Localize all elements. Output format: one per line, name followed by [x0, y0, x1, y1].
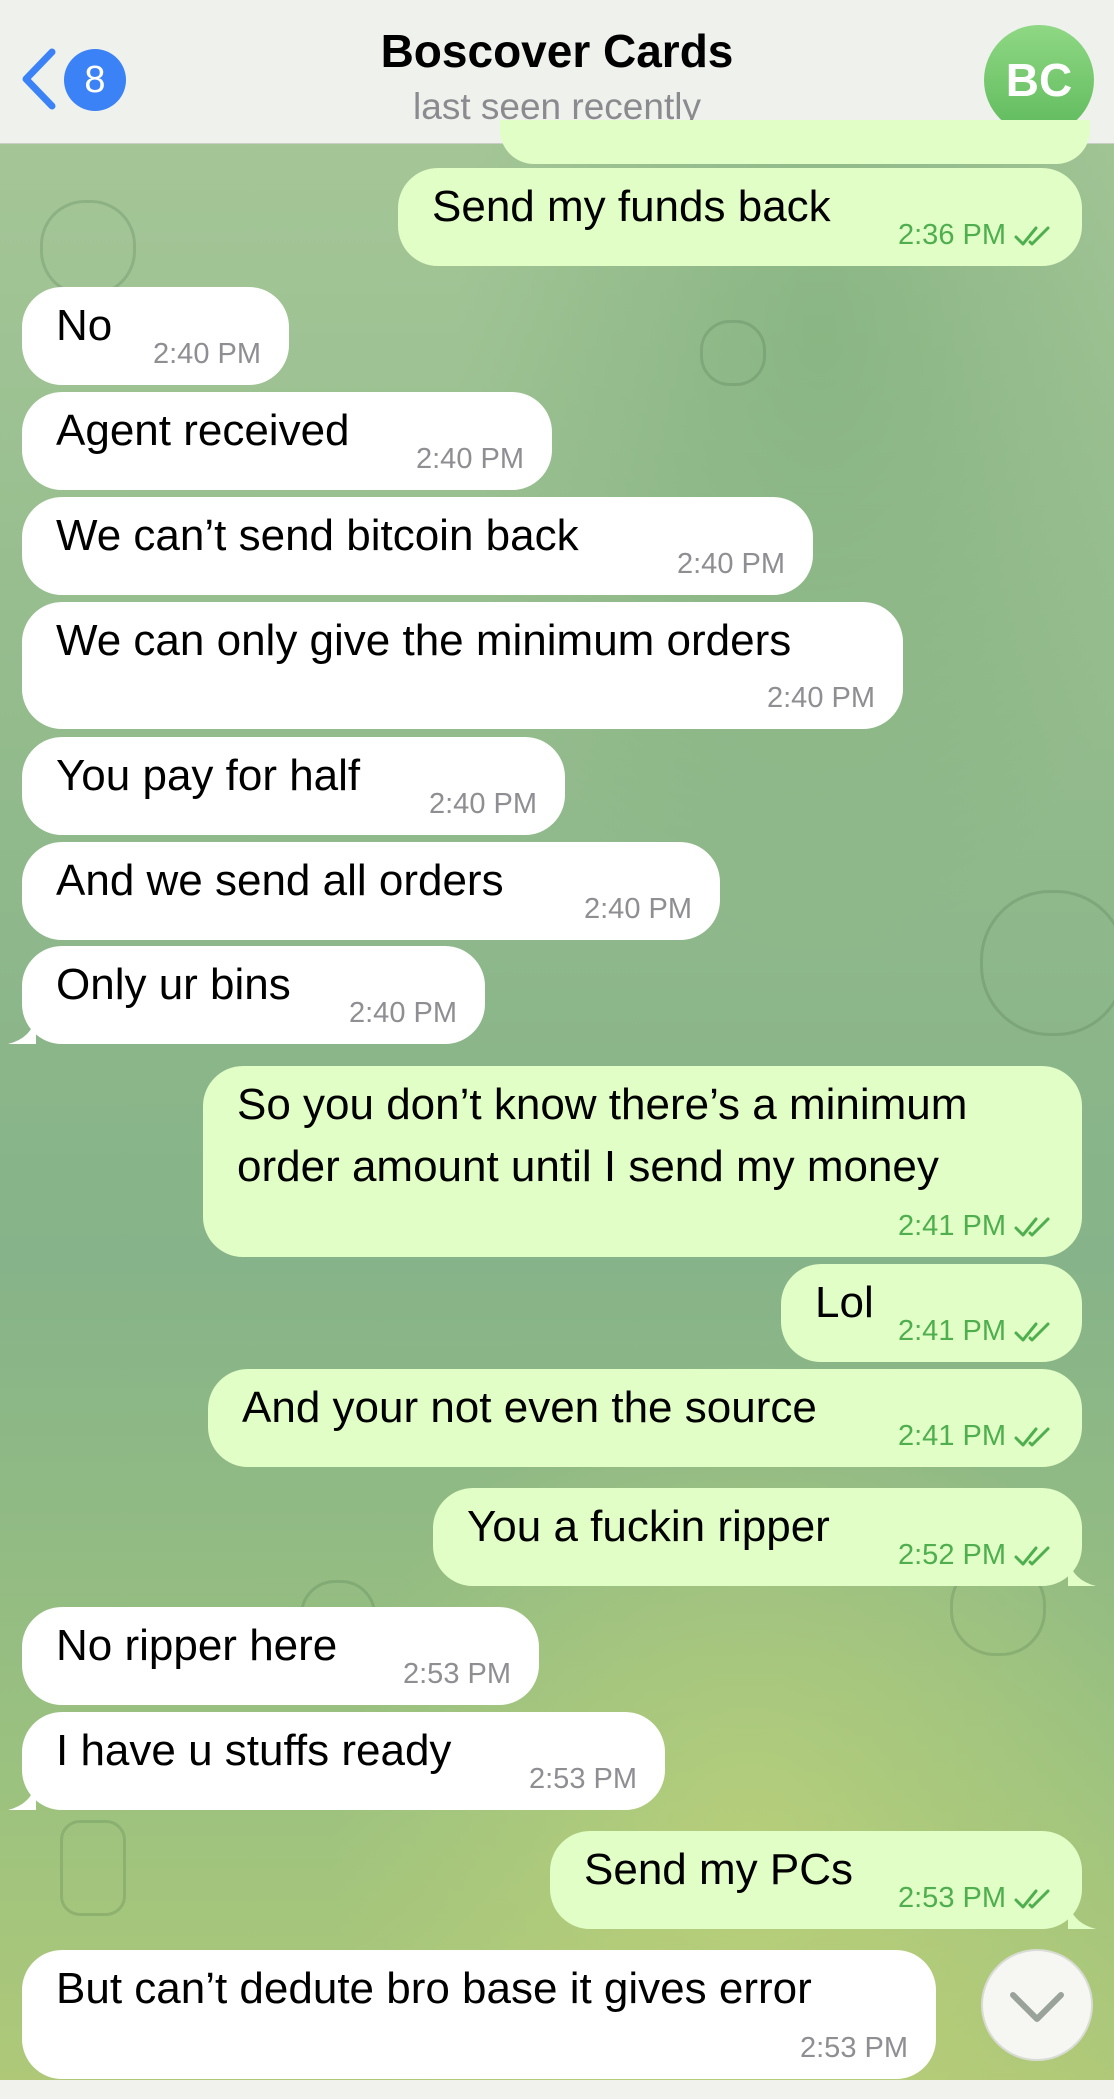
- incoming-message[interactable]: No 2:40 PM: [22, 287, 289, 385]
- message-text: But can’t dedute bro base it gives error: [56, 1964, 812, 2013]
- timestamp-text: 2:41 PM: [898, 1210, 1006, 1242]
- message-timestamp: 2:41 PM: [898, 1420, 1054, 1453]
- input-bar-edge: [0, 2080, 1114, 2099]
- chevron-down-icon: [1010, 1992, 1064, 2022]
- message-timestamp: 2:40 PM: [349, 997, 457, 1030]
- outgoing-message[interactable]: So you don’t know there’s a minimum orde…: [203, 1066, 1082, 1257]
- message-text: You pay for half: [56, 751, 361, 800]
- double-check-icon: [1014, 1427, 1050, 1447]
- message-timestamp: 2:40 PM: [677, 548, 785, 581]
- timestamp-text: 2:40 PM: [584, 893, 692, 925]
- outgoing-message[interactable]: Send my funds back 2:36 PM: [398, 168, 1082, 266]
- outgoing-message[interactable]: Lol 2:41 PM: [781, 1264, 1082, 1362]
- incoming-message[interactable]: You pay for half 2:40 PM: [22, 737, 565, 835]
- message-text: You a fuckin ripper: [467, 1502, 830, 1551]
- incoming-message[interactable]: We can’t send bitcoin back 2:40 PM: [22, 497, 813, 595]
- timestamp-text: 2:53 PM: [403, 1658, 511, 1690]
- message-text: And your not even the source: [242, 1383, 817, 1432]
- incoming-message[interactable]: But can’t dedute bro base it gives error…: [22, 1950, 936, 2079]
- message-timestamp: 2:52 PM: [898, 1539, 1054, 1572]
- timestamp-text: 2:53 PM: [800, 2032, 908, 2064]
- message-timestamp: 2:40 PM: [767, 682, 875, 715]
- double-check-icon: [1014, 226, 1050, 246]
- incoming-message[interactable]: We can only give the minimum orders 2:40 …: [22, 602, 903, 729]
- incoming-message[interactable]: No ripper here 2:53 PM: [22, 1607, 539, 1705]
- timestamp-text: 2:53 PM: [529, 1763, 637, 1795]
- timestamp-text: 2:41 PM: [898, 1420, 1006, 1452]
- timestamp-text: 2:40 PM: [429, 788, 537, 820]
- timestamp-text: 2:40 PM: [153, 338, 261, 370]
- timestamp-text: 2:40 PM: [767, 682, 875, 714]
- message-timestamp: 2:53 PM: [800, 2032, 908, 2065]
- timestamp-text: 2:36 PM: [898, 219, 1006, 251]
- message-text: We can’t send bitcoin back: [56, 511, 579, 560]
- bubble-tail: [8, 1782, 36, 1810]
- message-timestamp: 2:40 PM: [584, 893, 692, 926]
- message-timestamp: 2:36 PM: [898, 219, 1054, 252]
- timestamp-text: 2:53 PM: [898, 1882, 1006, 1914]
- message-text: We can only give the minimum orders: [56, 616, 792, 665]
- timestamp-text: 2:40 PM: [416, 443, 524, 475]
- message-text: I have u stuffs ready: [56, 1726, 452, 1775]
- incoming-message[interactable]: Agent received 2:40 PM: [22, 392, 552, 490]
- message-text: Send my funds back: [432, 182, 831, 231]
- incoming-message[interactable]: Only ur bins 2:40 PM: [8, 946, 485, 1044]
- outgoing-message[interactable]: Send my PCs 2:53 PM: [550, 1831, 1096, 1929]
- double-check-icon: [1014, 1889, 1050, 1909]
- message-timestamp: 2:40 PM: [416, 443, 524, 476]
- message-timestamp: 2:53 PM: [898, 1882, 1054, 1915]
- scroll-to-bottom-button[interactable]: [981, 1949, 1093, 2061]
- message-text: Only ur bins: [56, 960, 291, 1009]
- bubble-tail: [1068, 1901, 1096, 1929]
- double-check-icon: [1014, 1217, 1050, 1237]
- incoming-message[interactable]: And we send all orders 2:40 PM: [22, 842, 720, 940]
- message-timestamp: 2:41 PM: [898, 1210, 1054, 1243]
- message-timestamp: 2:40 PM: [429, 788, 537, 821]
- message-text: Send my PCs: [584, 1845, 853, 1894]
- message-text: No: [56, 301, 113, 350]
- message-timestamp: 2:41 PM: [898, 1315, 1054, 1348]
- message-timestamp: 2:53 PM: [403, 1658, 511, 1691]
- message-timestamp: 2:53 PM: [529, 1763, 637, 1796]
- message-text: No ripper here: [56, 1621, 338, 1670]
- timestamp-text: 2:40 PM: [677, 548, 785, 580]
- incoming-message[interactable]: I have u stuffs ready 2:53 PM: [8, 1712, 665, 1810]
- timestamp-text: 2:52 PM: [898, 1539, 1006, 1571]
- message-text: So you don’t know there’s a minimum orde…: [237, 1080, 968, 1191]
- message-text: And we send all orders: [56, 856, 504, 905]
- avatar[interactable]: BC: [984, 25, 1094, 135]
- bubble-tail: [8, 1016, 36, 1044]
- timestamp-text: 2:40 PM: [349, 997, 457, 1029]
- previous-message-peek: [500, 120, 1090, 164]
- message-timestamp: 2:40 PM: [153, 338, 261, 371]
- double-check-icon: [1014, 1546, 1050, 1566]
- bubble-tail: [1068, 1558, 1096, 1586]
- outgoing-message[interactable]: And your not even the source 2:41 PM: [208, 1369, 1082, 1467]
- timestamp-text: 2:41 PM: [898, 1315, 1006, 1347]
- message-text: Lol: [815, 1278, 874, 1327]
- double-check-icon: [1014, 1322, 1050, 1342]
- outgoing-message[interactable]: You a fuckin ripper 2:52 PM: [433, 1488, 1096, 1586]
- chat-title[interactable]: Boscover Cards: [0, 24, 1114, 78]
- message-text: Agent received: [56, 406, 350, 455]
